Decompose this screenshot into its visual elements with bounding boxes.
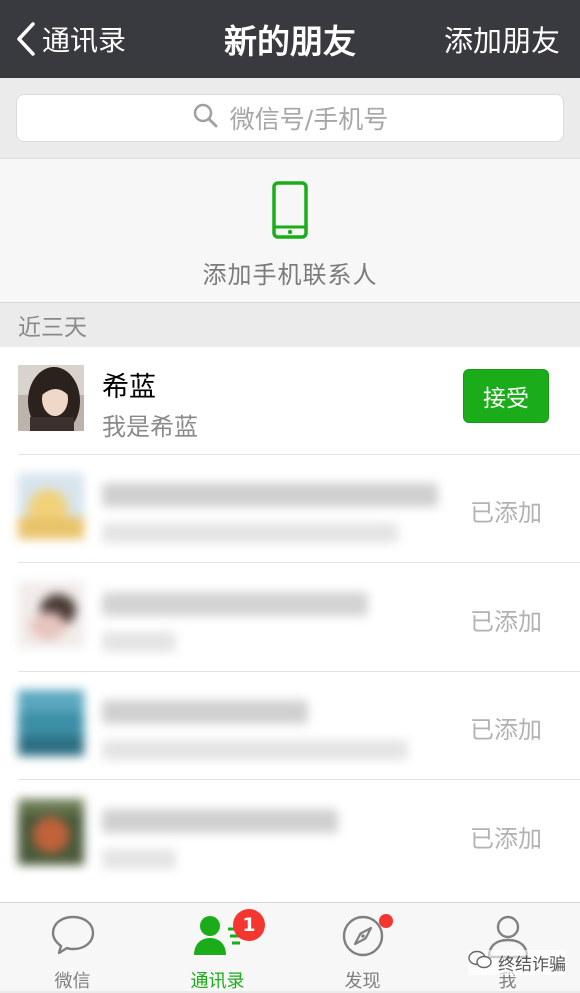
added-status: 已添加: [470, 499, 542, 527]
section-header: 近三天: [0, 303, 580, 347]
search-icon: [192, 102, 218, 134]
added-status: 已添加: [470, 608, 542, 636]
avatar: [18, 690, 84, 756]
friend-name: 希蓝: [102, 372, 156, 403]
friend-request-row[interactable]: 已添加: [0, 564, 580, 672]
top-navigation-bar: 通讯录 新的朋友 添加朋友: [0, 0, 580, 78]
blurred-name: [102, 483, 438, 507]
blurred-message: [102, 849, 176, 869]
wechat-logo-icon: [468, 950, 492, 975]
add-phone-contacts-label: 添加手机联系人: [202, 261, 378, 289]
friend-request-message: 我是希蓝: [102, 413, 198, 441]
avatar: [18, 582, 84, 648]
blurred-message: [102, 632, 176, 652]
blurred-message: [102, 523, 398, 543]
friend-request-row[interactable]: 已添加: [0, 672, 580, 780]
chevron-left-icon: [16, 22, 36, 56]
add-friend-button[interactable]: 添加朋友: [444, 0, 560, 78]
avatar: [18, 799, 84, 865]
tab-discover[interactable]: 发现: [290, 903, 435, 992]
accept-button[interactable]: 接受: [463, 369, 549, 423]
phone-icon: [272, 181, 308, 243]
friend-request-row[interactable]: 希蓝 我是希蓝 接受: [0, 347, 580, 455]
avatar: [18, 365, 84, 431]
blurred-name: [102, 809, 338, 833]
blurred-name: [102, 592, 368, 616]
search-placeholder: 微信号/手机号: [229, 105, 389, 134]
tab-me[interactable]: 我: [435, 903, 580, 992]
chat-bubble-icon: [49, 913, 97, 961]
blurred-message: [102, 740, 408, 760]
add-phone-contacts-button[interactable]: 添加手机联系人: [0, 158, 580, 303]
blurred-name: [102, 700, 308, 724]
back-button-label: 通讯录: [42, 24, 127, 57]
back-button[interactable]: 通讯录: [16, 0, 126, 78]
friend-request-list: 希蓝 我是希蓝 接受 已添加 已添加 已添加 已添加: [0, 347, 580, 902]
tab-label: 通讯录: [190, 971, 245, 992]
tab-contacts[interactable]: 1 通讯录: [145, 903, 290, 992]
tab-label: 微信: [54, 971, 91, 992]
avatar: [18, 473, 84, 539]
tab-label: 发现: [344, 971, 381, 992]
tab-chats[interactable]: 微信: [0, 903, 145, 992]
friend-request-row[interactable]: 已添加: [0, 781, 580, 889]
watermark: 终结诈骗: [468, 950, 566, 975]
bottom-tab-bar: 微信 1 通讯录 发现 我: [0, 902, 580, 992]
watermark-text: 终结诈骗: [498, 955, 566, 975]
search-input[interactable]: 微信号/手机号: [16, 94, 564, 142]
page-title: 新的朋友: [224, 22, 356, 61]
added-status: 已添加: [470, 825, 542, 853]
row-divider: [18, 779, 580, 780]
friend-request-row[interactable]: 已添加: [0, 455, 580, 563]
search-area: 微信号/手机号: [0, 78, 580, 158]
added-status: 已添加: [470, 716, 542, 744]
unread-badge: 1: [233, 909, 265, 941]
notification-dot: [379, 914, 393, 928]
row-divider: [18, 562, 580, 563]
